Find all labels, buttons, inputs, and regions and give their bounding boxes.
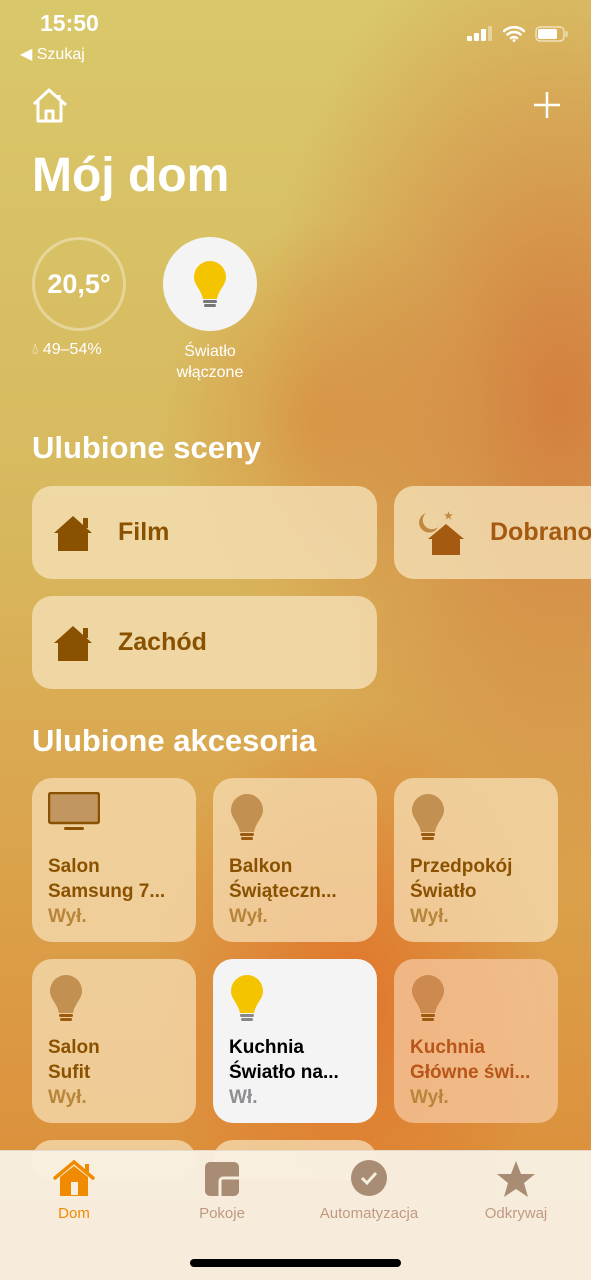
status-icons [467, 26, 569, 42]
lightbulb-icon [231, 794, 263, 840]
favorite-scenes-heading: Ulubione sceny [32, 430, 262, 465]
humidity-value: 49–54% [42, 341, 102, 358]
status-time: 15:50 [40, 10, 99, 36]
accessory-tile[interactable]: Salon Samsung 7... Wył. [32, 778, 196, 942]
droplet-icon: 💧︎ [32, 341, 39, 358]
lightbulb-icon [412, 975, 444, 1021]
home-fill-icon [53, 1159, 95, 1196]
page-title: Mój dom [32, 149, 230, 202]
tv-icon [47, 791, 101, 830]
accessory-name: Główne świ... [410, 1062, 531, 1083]
accessory-name: Świąteczn... [229, 881, 337, 902]
favorite-accessories-heading: Ulubione akcesoria [32, 723, 317, 758]
accessory-room: Przedpokój [410, 856, 513, 877]
scene-label: Zachód [118, 628, 207, 656]
accessory-name: Samsung 7... [48, 881, 166, 902]
lightbulb-icon [231, 975, 263, 1021]
wifi-icon [503, 26, 525, 42]
scene-home-icon [54, 625, 92, 661]
home-indicator [190, 1259, 401, 1267]
accessory-state: Wył. [48, 1087, 87, 1108]
tab-label: Odkrywaj [484, 1205, 548, 1222]
lightbulb-icon [412, 794, 444, 840]
accessory-state: Wył. [229, 906, 268, 927]
lightbulb-icon [50, 975, 82, 1021]
accessory-tile[interactable]: Kuchnia Główne świ... Wył. [394, 959, 558, 1123]
lights-on-button[interactable] [163, 237, 257, 331]
scene-dobranoc[interactable]: ★ Dobranoc [394, 486, 591, 579]
scene-zachod[interactable]: Zachód [32, 596, 377, 689]
accessory-name: Światło na... [229, 1062, 339, 1083]
scene-film[interactable]: Film [32, 486, 377, 579]
accessory-state: Wył. [410, 1087, 449, 1108]
star-icon [497, 1161, 535, 1197]
add-icon[interactable] [533, 91, 561, 119]
accessory-tile[interactable]: Przedpokój Światło Wył. [394, 778, 558, 942]
accessory-state: Wł. [229, 1087, 258, 1108]
accessory-tile[interactable]: Kuchnia Światło na... Wł. [213, 959, 377, 1123]
accessory-name: Sufit [48, 1062, 91, 1083]
accessory-state: Wył. [410, 906, 449, 927]
lights-on-label: Światło włączone [176, 343, 244, 381]
back-to-search-link[interactable]: ◀ Szukaj [20, 44, 85, 64]
tab-automatyzacja[interactable]: Automatyzacja [299, 1159, 439, 1222]
scene-label: Film [118, 518, 170, 546]
lightbulb-icon [194, 261, 226, 307]
temperature-value: 20,5° [47, 268, 111, 299]
temperature-button[interactable]: 20,5° [32, 237, 126, 331]
tab-label: Dom [58, 1205, 90, 1222]
battery-icon [535, 26, 568, 42]
scene-night-home-icon: ★ [419, 511, 464, 555]
tab-odkrywaj[interactable]: Odkrywaj [446, 1159, 586, 1222]
humidity-readout: 💧︎ 49–54% [32, 341, 102, 359]
svg-text:★: ★ [444, 511, 453, 522]
accessory-name: Światło [410, 881, 477, 902]
accessory-room: Kuchnia [410, 1037, 485, 1058]
scene-home-icon [54, 515, 92, 551]
tab-pokoje[interactable]: Pokoje [152, 1159, 292, 1222]
tab-label: Automatyzacja [319, 1205, 419, 1222]
rooms-icon [205, 1162, 239, 1196]
accessory-room: Balkon [229, 856, 293, 877]
accessory-tile[interactable]: Salon Sufit Wył. [32, 959, 196, 1123]
accessory-room: Salon [48, 856, 100, 877]
accessory-room: Kuchnia [229, 1037, 304, 1058]
accessory-tile[interactable]: Balkon Świąteczn... Wył. [213, 778, 377, 942]
clock-check-icon [351, 1160, 387, 1196]
tab-label: Pokoje [199, 1205, 245, 1222]
tab-dom[interactable]: Dom [4, 1159, 144, 1222]
accessory-state: Wył. [48, 906, 87, 927]
signal-icon [467, 26, 492, 41]
scene-label: Dobranoc [490, 518, 591, 546]
accessory-room: Salon [48, 1037, 100, 1058]
home-icon[interactable] [30, 86, 70, 124]
